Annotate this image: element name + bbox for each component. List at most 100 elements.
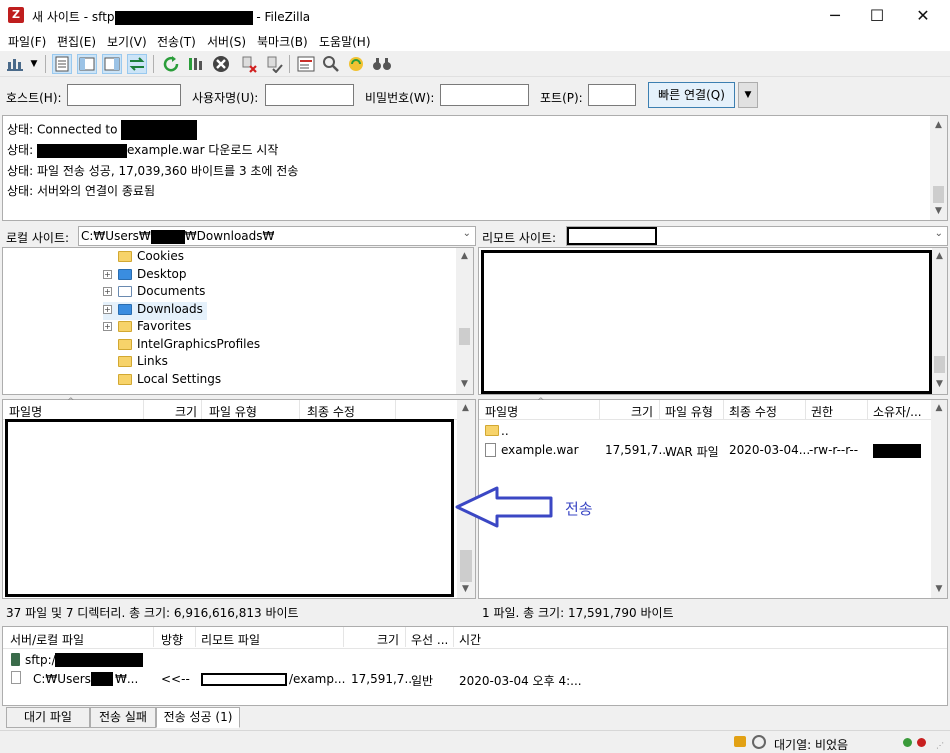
site-manager-icon[interactable] xyxy=(6,54,26,74)
menu-view[interactable]: 보기(V) xyxy=(107,33,147,50)
column-size[interactable]: 크기 xyxy=(377,631,399,648)
remote-path-combo[interactable]: ⌄ xyxy=(566,226,948,246)
quickconnect-dropdown[interactable]: ▼ xyxy=(738,82,758,108)
username-input[interactable] xyxy=(265,84,354,106)
scroll-down-icon[interactable]: ▼ xyxy=(457,584,474,594)
column-permissions[interactable]: 권한 xyxy=(811,403,833,420)
scroll-up-icon[interactable]: ▲ xyxy=(931,403,947,413)
chevron-down-icon[interactable]: ⌄ xyxy=(935,228,943,239)
expand-icon[interactable]: + xyxy=(103,287,112,296)
transfer-queue-icon[interactable] xyxy=(127,54,147,74)
menu-file[interactable]: 파일(F) xyxy=(8,33,46,50)
scrollbar-thumb[interactable] xyxy=(459,328,470,345)
redacted-user xyxy=(91,672,113,686)
refresh-icon[interactable] xyxy=(161,54,181,74)
dropdown-arrow-icon[interactable]: ▼ xyxy=(28,54,40,74)
cancel-icon[interactable] xyxy=(211,54,231,74)
search-icon[interactable] xyxy=(372,54,392,74)
file-row[interactable]: .. xyxy=(479,422,929,440)
password-input[interactable] xyxy=(440,84,529,106)
directory-listing-filters-icon[interactable] xyxy=(296,54,316,74)
column-filename[interactable]: 파일명 xyxy=(485,403,518,420)
column-time[interactable]: 시간 xyxy=(459,631,481,648)
redacted-remote-path xyxy=(567,227,657,245)
scrollbar-thumb[interactable] xyxy=(933,186,944,203)
column-size[interactable]: 크기 xyxy=(631,403,653,420)
scroll-down-icon[interactable]: ▼ xyxy=(932,379,947,389)
queue-file-row[interactable]: C:₩Users₩ ₩... <<-- /examp... 17,591,7..… xyxy=(3,669,947,689)
expand-icon[interactable]: + xyxy=(103,322,112,331)
tree-item[interactable]: IntelGraphicsProfiles xyxy=(103,337,260,355)
column-filetype[interactable]: 파일 유형 xyxy=(209,403,257,420)
file-row[interactable]: example.war 17,591,7... WAR 파일 2020-03-0… xyxy=(479,442,929,460)
tree-item[interactable]: + Favorites xyxy=(103,319,191,337)
scroll-down-icon[interactable]: ▼ xyxy=(456,379,473,389)
host-input[interactable] xyxy=(67,84,181,106)
receive-indicator-icon xyxy=(917,738,926,747)
reconnect-icon[interactable] xyxy=(264,54,284,74)
column-owner[interactable]: 소유자/... xyxy=(873,403,922,420)
scroll-down-icon[interactable]: ▼ xyxy=(931,584,947,594)
tree-item[interactable]: + Downloads xyxy=(103,302,207,320)
quickconnect-bar: 호스트(H): 사용자명(U): 비밀번호(W): 포트(P): 빠른 연결(Q… xyxy=(0,78,950,114)
scroll-up-icon[interactable]: ▲ xyxy=(457,403,474,413)
scrollbar-thumb[interactable] xyxy=(934,356,945,373)
queue-server-row[interactable]: sftp:/ xyxy=(3,651,947,669)
tree-item[interactable]: + Desktop xyxy=(103,267,187,285)
compare-icon[interactable] xyxy=(321,54,341,74)
minimize-button[interactable]: ─ xyxy=(812,0,858,31)
menu-edit[interactable]: 편집(E) xyxy=(57,33,96,50)
tab-queued-files[interactable]: 대기 파일 xyxy=(6,707,90,728)
tab-failed-transfers[interactable]: 전송 실패 xyxy=(90,707,156,728)
quickconnect-button[interactable]: 빠른 연결(Q) xyxy=(648,82,735,108)
tree-item[interactable]: + Documents xyxy=(103,284,205,302)
tree-item[interactable]: Links xyxy=(103,354,168,372)
column-priority[interactable]: 우선 ... xyxy=(411,631,448,648)
port-input[interactable] xyxy=(588,84,636,106)
log-scrollbar[interactable]: ▲ ▼ xyxy=(930,116,947,220)
transfer-queue: 서버/로컬 파일 방향 리모트 파일 크기 우선 ... 시간 sftp:/ C… xyxy=(2,626,948,706)
remote-tree-icon[interactable] xyxy=(102,54,122,74)
menu-help[interactable]: 도움말(H) xyxy=(319,33,371,50)
column-size[interactable]: 크기 xyxy=(175,403,197,420)
expand-icon[interactable]: + xyxy=(103,270,112,279)
chevron-down-icon[interactable]: ⌄ xyxy=(463,228,471,239)
send-indicator-icon xyxy=(903,738,912,747)
process-queue-icon[interactable] xyxy=(186,54,206,74)
maximize-button[interactable]: ☐ xyxy=(854,0,900,31)
local-tree-icon[interactable] xyxy=(77,54,97,74)
expand-icon[interactable]: + xyxy=(103,305,112,314)
column-modified[interactable]: 최종 수정 xyxy=(729,403,777,420)
remote-list-scrollbar[interactable]: ▲ ▼ xyxy=(931,400,947,598)
column-filetype[interactable]: 파일 유형 xyxy=(665,403,713,420)
sync-browse-icon[interactable] xyxy=(346,54,366,74)
tree-scrollbar[interactable]: ▲ ▼ xyxy=(932,248,947,394)
column-modified[interactable]: 최종 수정 xyxy=(307,403,355,420)
scrollbar-thumb[interactable] xyxy=(460,550,472,582)
tree-item[interactable]: Cookies xyxy=(103,249,184,267)
menu-server[interactable]: 서버(S) xyxy=(207,33,246,50)
scroll-down-icon[interactable]: ▼ xyxy=(930,206,947,216)
local-site-label: 로컬 사이트: xyxy=(6,231,70,245)
message-log-icon[interactable] xyxy=(52,54,72,74)
tree-scrollbar[interactable]: ▲ ▼ xyxy=(456,248,473,394)
local-path-combo[interactable]: C:₩Users₩ ₩Downloads₩ ⌄ xyxy=(78,226,476,246)
scroll-up-icon[interactable]: ▲ xyxy=(932,251,947,261)
menu-bookmarks[interactable]: 북마크(B) xyxy=(257,33,308,50)
tree-item[interactable]: Local Settings xyxy=(103,372,221,390)
redacted-server xyxy=(55,653,143,667)
disconnect-icon[interactable] xyxy=(239,54,259,74)
column-filename[interactable]: 파일명 xyxy=(9,403,42,420)
scroll-up-icon[interactable]: ▲ xyxy=(456,251,473,261)
tab-successful-transfers[interactable]: 전송 성공 (1) xyxy=(156,707,240,728)
column-server-local[interactable]: 서버/로컬 파일 xyxy=(10,631,84,648)
close-button[interactable]: ✕ xyxy=(900,0,946,31)
menu-transfer[interactable]: 전송(T) xyxy=(157,33,196,50)
speed-limit-icon[interactable] xyxy=(752,735,766,749)
scroll-up-icon[interactable]: ▲ xyxy=(930,120,947,130)
column-direction[interactable]: 방향 xyxy=(161,631,183,648)
column-remote-file[interactable]: 리모트 파일 xyxy=(201,631,260,648)
message-log: 상태: Connected to 상태: example.war 다운로드 시작… xyxy=(2,115,948,221)
folder-icon xyxy=(118,269,132,280)
resize-grip-icon[interactable]: ⋰ xyxy=(936,741,944,750)
